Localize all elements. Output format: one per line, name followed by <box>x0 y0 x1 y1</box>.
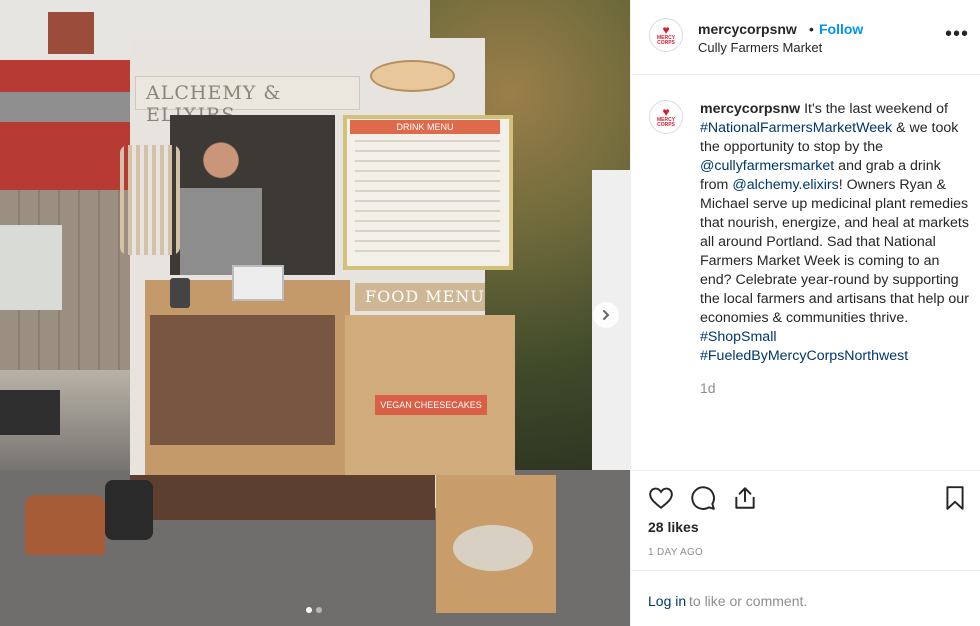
bookmark-icon[interactable] <box>942 485 968 511</box>
red-house <box>0 60 140 190</box>
speaker <box>0 390 60 435</box>
vendor-person <box>180 135 262 275</box>
caption-age: 1d <box>700 380 716 396</box>
likes-count[interactable]: 28 likes <box>648 519 699 535</box>
more-options-icon[interactable]: ••• <box>945 24 969 44</box>
chimney <box>48 12 94 54</box>
avatar-brand: MERCY CORPS <box>656 34 676 46</box>
trailer-base <box>130 475 435 520</box>
action-bar: 28 likes 1 DAY AGO <box>631 470 980 570</box>
mention-link[interactable]: @cullyfarmersmarket <box>700 158 834 174</box>
carousel-dots <box>306 607 322 613</box>
carousel-dot-active <box>306 607 312 613</box>
carousel-dot <box>316 607 322 613</box>
heart-logo-icon: ♥ <box>662 22 670 37</box>
heart-logo-icon: ♥ <box>662 104 670 119</box>
caption-text-4: ! Owners Ryan & Michael serve up medicin… <box>700 177 969 326</box>
trailer-wheel <box>105 480 153 540</box>
post-header: ♥ MERCY CORPS mercycorpsnw • Follow Cull… <box>631 0 980 75</box>
header-username[interactable]: mercycorpsnw <box>698 21 797 37</box>
truck-tag <box>370 60 455 92</box>
location-link[interactable]: Cully Farmers Market <box>698 40 822 55</box>
comment-bar: Log in to like or comment. <box>631 570 980 626</box>
mushroom-decor <box>453 525 533 571</box>
heart-icon[interactable] <box>648 485 674 511</box>
post-sidebar: ♥ MERCY CORPS mercycorpsnw • Follow Cull… <box>630 0 980 626</box>
caption-avatar[interactable]: ♥ MERCY CORPS <box>649 100 683 134</box>
next-slide-button[interactable] <box>593 302 619 328</box>
hashtag-link[interactable]: #ShopSmall <box>700 329 777 345</box>
food-menu-sign: FOOD MENU <box>355 283 485 311</box>
follow-button[interactable]: Follow <box>819 21 863 37</box>
caption-text: mercycorpsnw It's the last weekend of #N… <box>700 100 972 366</box>
fence-banner <box>0 225 62 310</box>
chevron-right-icon <box>603 310 610 320</box>
login-prompt-text: to like or comment. <box>689 593 808 609</box>
mention-link[interactable]: @alchemy.elixirs <box>732 177 838 193</box>
vegan-cheesecakes-sign: VEGAN CHEESECAKES <box>375 395 487 415</box>
comment-icon[interactable] <box>690 485 716 511</box>
hashtag-link[interactable]: #NationalFarmersMarketWeek <box>700 120 892 136</box>
wind-chime <box>120 145 180 255</box>
caption-section: ♥ MERCY CORPS mercycorpsnw It's the last… <box>631 76 980 470</box>
share-icon[interactable] <box>732 485 758 511</box>
post-timestamp: 1 DAY AGO <box>648 547 704 558</box>
leather-bag <box>25 495 105 555</box>
caption-text-1: It's the last weekend of <box>800 101 948 117</box>
avatar[interactable]: ♥ MERCY CORPS <box>649 18 683 52</box>
login-link[interactable]: Log in <box>648 593 686 609</box>
house-roof <box>0 92 130 122</box>
pos-tablet <box>232 265 284 301</box>
hashtag-link[interactable]: #FueledByMercyCorpsNorthwest <box>700 348 908 364</box>
phone <box>170 278 190 308</box>
drink-menu-lines <box>355 140 500 260</box>
avatar-brand: MERCY CORPS <box>656 116 676 128</box>
counter-cloth <box>150 315 335 445</box>
post-photo[interactable]: ALCHEMY & ELIXIRS DRINK MENU FOOD MENU V… <box>0 0 630 626</box>
truck-sign: ALCHEMY & ELIXIRS <box>135 76 360 126</box>
drink-menu-title: DRINK MENU <box>350 120 500 134</box>
caption-username[interactable]: mercycorpsnw <box>700 101 800 117</box>
header-separator: • <box>809 21 814 37</box>
